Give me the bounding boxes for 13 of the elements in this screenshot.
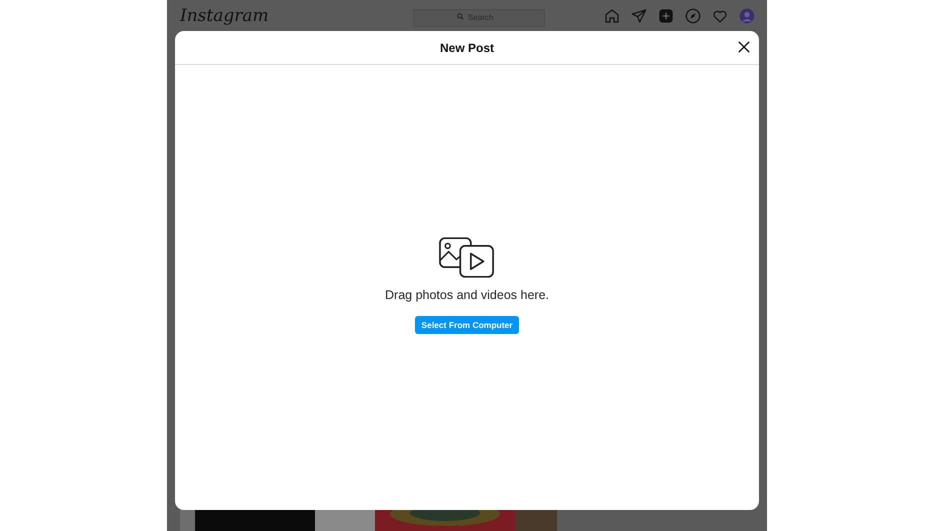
select-from-computer-button[interactable]: Select From Computer	[415, 316, 519, 334]
drop-message: Drag photos and videos here.	[385, 288, 549, 302]
modal-title: New Post	[440, 40, 494, 54]
avatar-icon[interactable]	[739, 8, 755, 24]
close-icon[interactable]	[738, 41, 750, 53]
compass-icon[interactable]	[685, 8, 701, 24]
add-icon[interactable]	[658, 8, 674, 24]
photo-video-icon	[439, 237, 495, 278]
brand-logo[interactable]: Instagram	[180, 6, 380, 26]
send-icon[interactable]	[631, 8, 647, 24]
home-icon[interactable]	[604, 8, 620, 24]
heart-icon[interactable]	[712, 8, 728, 24]
search-icon	[457, 12, 464, 20]
